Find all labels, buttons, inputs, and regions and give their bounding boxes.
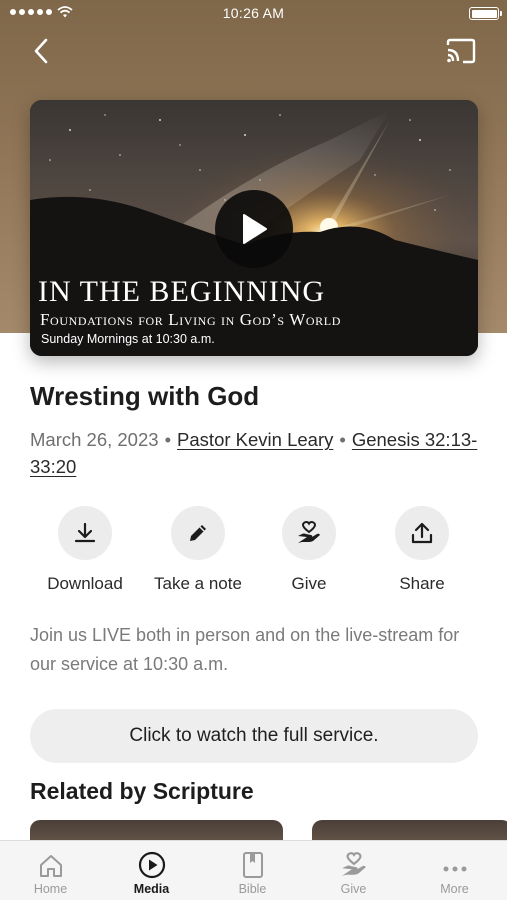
share-icon (411, 522, 433, 544)
meta-separator: • (164, 429, 172, 450)
tab-give-label: Give (340, 882, 367, 896)
media-player-card[interactable]: IN THE BEGINNING Foundations for Living … (30, 100, 478, 356)
give-button[interactable]: Give (249, 506, 369, 594)
share-label: Share (399, 574, 445, 593)
cast-icon (446, 38, 476, 64)
sermon-title: Wresting with God (30, 381, 260, 411)
action-row: Download Take a note Give Share (0, 506, 507, 596)
bible-icon (242, 852, 263, 878)
more-dots-icon (443, 866, 466, 872)
battery-icon (469, 7, 502, 20)
pencil-icon (190, 525, 206, 541)
share-button[interactable]: Share (362, 506, 482, 594)
heart-hand-icon (298, 520, 320, 543)
play-circle-icon (138, 851, 165, 879)
play-icon (243, 214, 267, 244)
status-time: 10:26 AM (222, 5, 285, 21)
series-title: IN THE BEGINNING (38, 275, 326, 308)
sermon-meta: March 26, 2023 • Pastor Kevin Leary • Genesi… (30, 426, 480, 480)
tab-media[interactable]: Media (101, 841, 202, 900)
tab-bar: Home Media Bible Give More (0, 840, 507, 900)
sermon-date: March 26, 2023 (30, 429, 159, 450)
speaker-link[interactable]: Pastor Kevin Leary (177, 429, 333, 450)
home-icon (39, 855, 62, 877)
heart-hand-icon (341, 852, 366, 876)
series-subtitle: Foundations for Living in God’s World (40, 310, 341, 329)
meta-separator: • (339, 429, 346, 450)
tab-home-label: Home (33, 882, 68, 896)
related-section-title: Related by Scripture (30, 778, 254, 804)
status-bar: 10:26 AM (0, 0, 507, 28)
download-button[interactable]: Download (25, 506, 145, 594)
chevron-left-icon (34, 38, 48, 64)
play-button[interactable] (215, 190, 293, 268)
tab-give[interactable]: Give (303, 841, 404, 900)
tab-media-label: Media (133, 882, 170, 896)
tab-more-label: More (440, 882, 469, 896)
tab-bible-label: Bible (238, 882, 267, 896)
series-schedule: Sunday Mornings at 10:30 a.m. (41, 332, 215, 346)
tab-bible[interactable]: Bible (202, 841, 303, 900)
take-note-button[interactable]: Take a note (138, 506, 258, 594)
tab-more[interactable]: More (404, 841, 505, 900)
cast-button[interactable] (445, 38, 477, 66)
take-note-label: Take a note (154, 574, 242, 593)
download-icon (74, 522, 96, 543)
download-label: Download (47, 574, 123, 593)
tab-home[interactable]: Home (0, 841, 101, 900)
give-label: Give (291, 574, 327, 593)
watch-full-service-button[interactable]: Click to watch the full service. (30, 709, 478, 763)
sermon-description: Join us LIVE both in person and on the l… (30, 625, 460, 674)
back-button[interactable] (26, 36, 56, 66)
